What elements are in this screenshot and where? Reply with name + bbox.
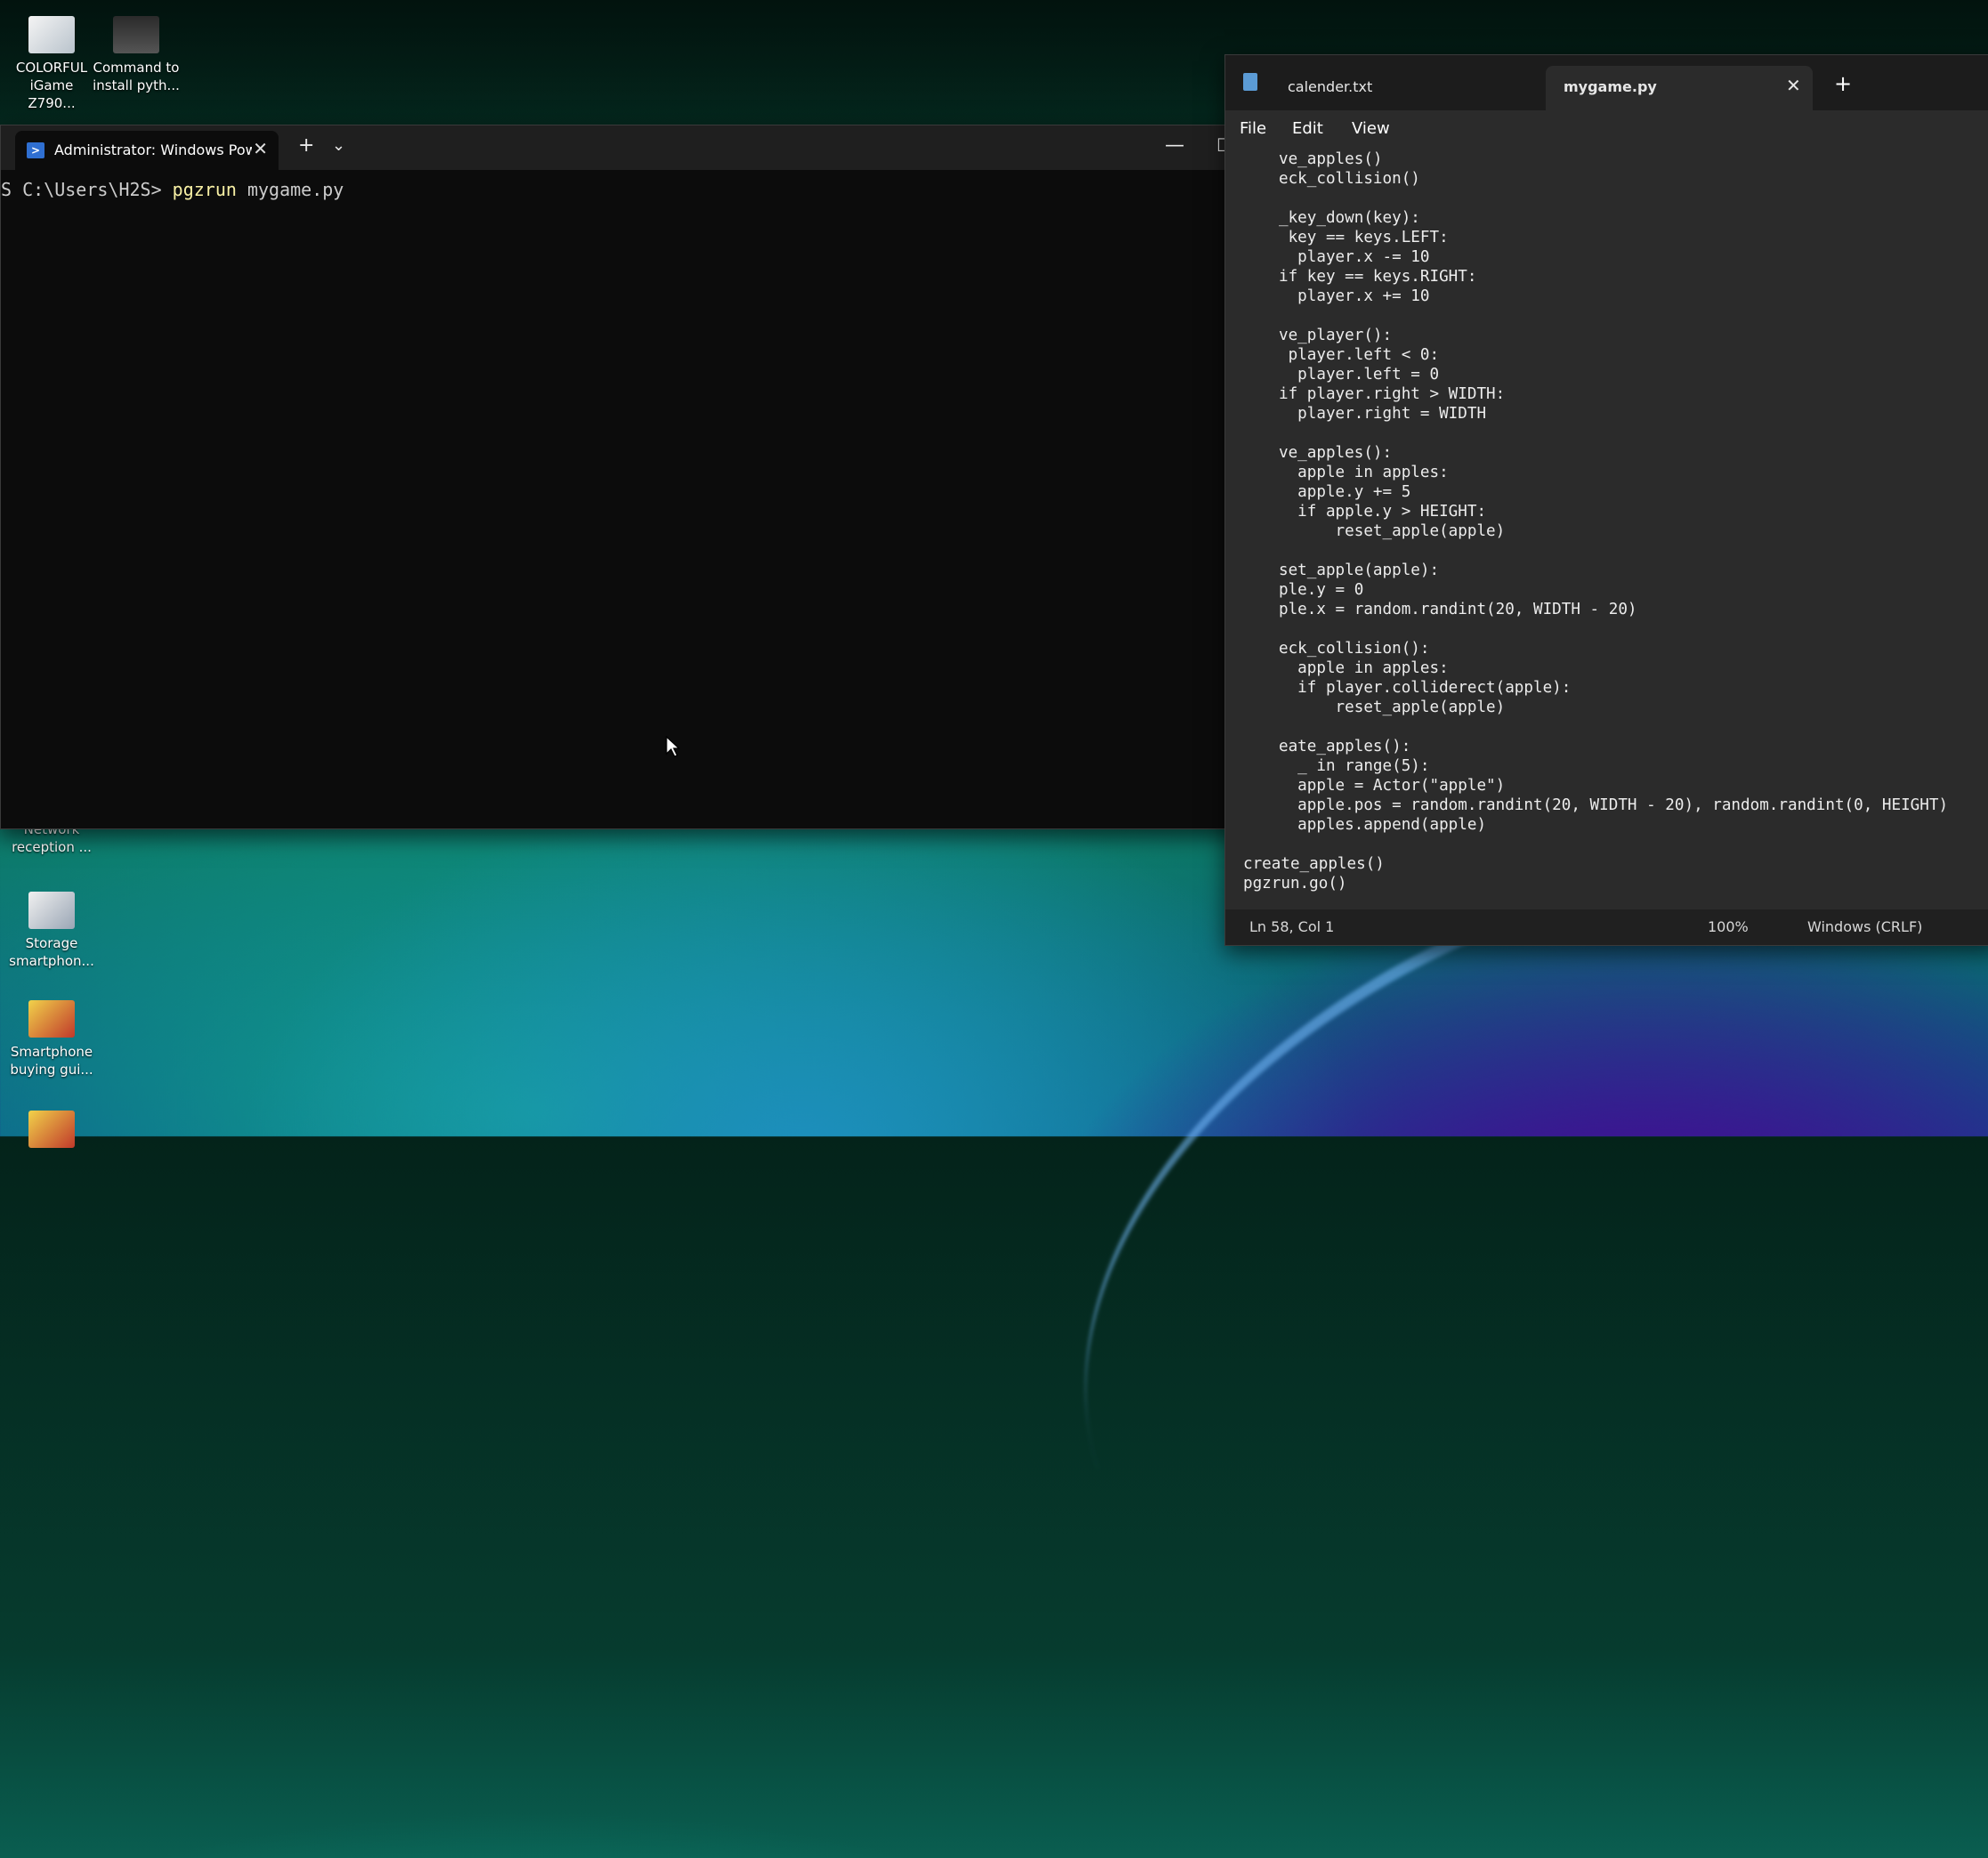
code-line: if key == keys.RIGHT: [1279,268,1477,286]
code-line: reset_apple(apple) [1279,699,1506,716]
mouse-cursor-icon [666,736,680,757]
close-tab-icon[interactable]: ✕ [253,138,268,159]
menu-edit[interactable]: Edit [1292,119,1323,138]
tab-calender[interactable]: calender.txt [1279,66,1555,110]
code-editor[interactable]: ve_apples() eck_collision() _key_down(key)… [1225,146,1988,911]
desktop-icon-label: Command to [93,60,180,76]
tab-mygame[interactable]: mygame.py ✕ [1546,66,1813,110]
code-line: apple.pos = random.randint(20, WIDTH - 2… [1279,796,1949,814]
notepad-window[interactable]: calender.txt mygame.py ✕ + File Edit Vie… [1224,54,1988,946]
screenshot-image-icon [113,16,159,53]
code-line: player.left < 0: [1279,346,1440,364]
desktop-icon-label: COLORFUL [15,60,88,76]
line-ending: Windows (CRLF) [1807,918,1923,935]
notepad-menubar: File Edit View [1225,110,1988,146]
code-line: if player.right > WIDTH: [1279,385,1506,403]
code-line: _key_down(key): [1279,209,1420,227]
desktop-icon-command[interactable]: Command to install pyth... [92,16,181,94]
terminal-command: pgzrun [172,179,237,200]
code-line: player.right = WIDTH [1279,405,1487,423]
desktop-icon-label: iGame Z790... [28,77,76,111]
tab-label: mygame.py [1564,78,1657,95]
code-line: apple in apples: [1279,464,1449,481]
code-line: apple.y += 5 [1279,483,1411,501]
code-line: reset_apple(apple) [1279,522,1506,540]
terminal-window[interactable]: > Administrator: Windows Powe ✕ + ⌄ — ☐ … [0,125,1303,829]
terminal-prompt: S C:\Users\H2S> [1,179,173,200]
desktop-icon-storage[interactable]: Storage smartphon... [7,892,96,970]
notepad-titlebar[interactable]: calender.txt mygame.py ✕ + [1225,55,1988,110]
desktop-icon-label: Smartphone [10,1044,93,1060]
thumbnail-image-icon [28,1111,75,1148]
minimize-icon[interactable]: — [1165,134,1184,157]
desktop-icon-label: install pyth... [93,77,180,93]
code-line: ve_player(): [1279,327,1393,344]
code-line: if apple.y > HEIGHT: [1279,503,1487,521]
terminal-tab-title: Administrator: Windows Powe [54,141,252,158]
code-line: player.x -= 10 [1279,248,1430,266]
cursor-position: Ln 58, Col 1 [1249,918,1335,935]
terminal-titlebar[interactable]: > Administrator: Windows Powe ✕ + ⌄ — ☐ … [1,125,1302,170]
desktop-icon-label: reception ... [12,839,92,855]
desktop-icon-partial[interactable] [7,1111,96,1153]
code-line: if player.colliderect(apple): [1279,679,1572,697]
close-tab-icon[interactable]: ✕ [1786,75,1801,96]
chevron-down-icon[interactable]: ⌄ [332,136,345,155]
powershell-icon: > [27,142,44,158]
motherboard-image-icon [28,16,75,53]
code-line: create_apples() [1243,855,1385,873]
code-line: set_apple(apple): [1279,561,1440,579]
code-line: ve_apples() [1279,150,1383,168]
notepad-app-icon [1243,73,1257,91]
menu-view[interactable]: View [1352,119,1390,138]
code-line: apples.append(apple) [1279,816,1487,834]
terminal-argument: mygame.py [236,179,344,200]
code-line: eck_collision() [1279,170,1420,188]
tab-label: calender.txt [1288,78,1373,95]
code-line: ple.y = 0 [1279,581,1364,599]
new-tab-icon[interactable]: + [1834,71,1852,96]
zoom-level: 100% [1708,918,1749,935]
desktop-icon-smartphone[interactable]: Smartphone buying gui... [7,1000,96,1078]
menu-file[interactable]: File [1240,119,1266,138]
desktop-icon-label: Storage [25,935,78,951]
code-line: player.left = 0 [1279,366,1440,384]
code-line: pgzrun.go() [1243,875,1347,893]
code-line: ve_apples(): [1279,444,1393,462]
thumbnail-image-icon [28,1000,75,1038]
code-line: apple in apples: [1279,659,1449,677]
new-tab-icon[interactable]: + [298,134,314,157]
code-line: ple.x = random.randint(20, WIDTH - 20) [1279,601,1637,618]
code-line: apple = Actor("apple") [1279,777,1506,795]
code-line: player.x += 10 [1279,287,1430,305]
terminal-tab[interactable]: > Administrator: Windows Powe ✕ [15,131,279,170]
code-line: eck_collision(): [1279,640,1430,658]
desktop-icon-label: smartphon... [9,953,94,969]
document-image-icon [28,892,75,929]
desktop-icon-colorful[interactable]: COLORFUL iGame Z790... [7,16,96,112]
desktop-icon-label: buying gui... [10,1062,93,1078]
notepad-statusbar: Ln 58, Col 1 100% Windows (CRLF) [1225,909,1988,945]
code-line: eate_apples(): [1279,738,1411,755]
code-line: key == keys.LEFT: [1279,229,1449,246]
terminal-output[interactable]: S C:\Users\H2S> pgzrun mygame.py [1,179,343,200]
code-line: _ in range(5): [1279,757,1430,775]
